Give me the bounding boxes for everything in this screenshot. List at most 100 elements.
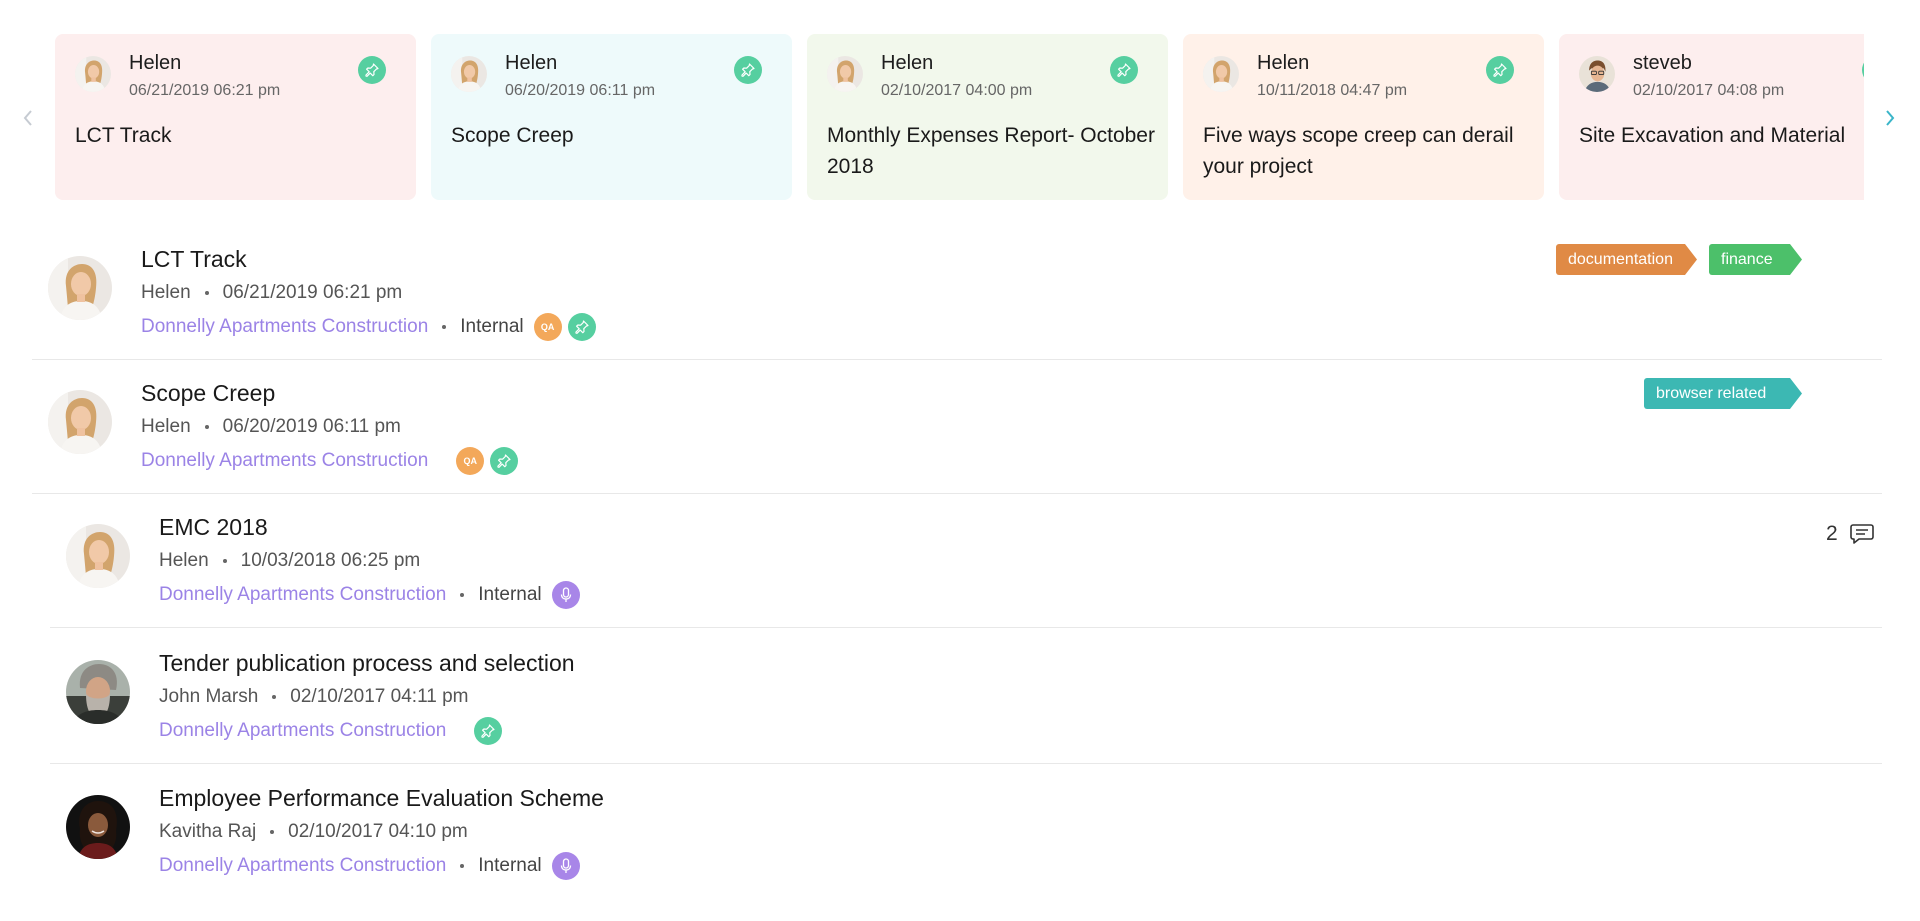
avatar-image [48, 390, 112, 454]
carousel-prev-button[interactable] [16, 104, 40, 132]
author-avatar [1203, 56, 1239, 92]
project-link[interactable]: Donnelly Apartments Construction [159, 584, 446, 606]
visibility-label: Internal [478, 584, 542, 605]
card-timestamp: 02/10/2017 04:00 pm [881, 82, 1033, 99]
list-item[interactable]: LCT Track Helen 06/21/2019 06:21 pm Donnell… [0, 228, 1920, 362]
pinned-card[interactable]: Helen 06/20/2019 06:11 pm Scope Creep [431, 34, 792, 200]
visibility-label: Internal [478, 855, 542, 876]
timestamp: 06/20/2019 06:11 pm [222, 416, 401, 437]
microphone-icon [560, 587, 571, 602]
separator-dot [442, 325, 447, 329]
qa-badge: QA [456, 447, 485, 475]
separator-dot [204, 425, 209, 429]
chevron-left-icon [23, 110, 32, 126]
list-item[interactable]: Tender publication process and selection… [0, 632, 1920, 766]
card-title: Five ways scope creep can derail your pr… [1203, 124, 1514, 178]
pinned-card[interactable]: Helen 06/21/2019 06:21 pm LCT Track [55, 34, 416, 200]
forum-meta: Helen 06/21/2019 06:21 pm [141, 282, 402, 304]
pinned-indicator [734, 56, 762, 84]
pin-icon [1117, 63, 1131, 77]
avatar-image [451, 56, 487, 92]
card-timestamp: 10/11/2018 04:47 pm [1257, 82, 1408, 99]
timestamp: 02/10/2017 04:10 pm [288, 821, 468, 842]
tag-label[interactable]: browser related [1644, 378, 1802, 409]
project-link[interactable]: Donnelly Apartments Construction [141, 450, 428, 472]
pinned-indicator [1486, 56, 1514, 84]
forum-title[interactable]: Employee Performance Evaluation Scheme [159, 785, 604, 812]
separator-dot [272, 695, 277, 699]
separator-dot [270, 830, 275, 834]
avatar-image [66, 524, 130, 588]
card-timestamp: 06/20/2019 06:11 pm [505, 82, 656, 99]
chevron-right-icon [1886, 110, 1895, 126]
pinned-forums-carousel: Helen 06/21/2019 06:21 pm LCT Track Helen 0… [0, 0, 1920, 210]
author-name: Helen [141, 416, 191, 437]
tag-label[interactable]: documentation [1556, 244, 1697, 275]
pin-icon [741, 63, 755, 77]
row-divider [32, 493, 1882, 494]
list-item[interactable]: Scope Creep Helen 06/20/2019 06:11 pm Donne… [0, 362, 1920, 496]
pin-icon [481, 724, 495, 738]
forum-context: Donnelly Apartments Construction Internal [159, 851, 580, 881]
project-link[interactable]: Donnelly Apartments Construction [159, 720, 446, 742]
project-link[interactable]: Donnelly Apartments Construction [159, 855, 446, 877]
pin-icon [497, 454, 511, 468]
forum-title[interactable]: LCT Track [141, 246, 247, 273]
carousel-track: Helen 06/21/2019 06:21 pm LCT Track Helen 0… [55, 34, 1864, 202]
comment-count[interactable]: 2 [1826, 522, 1874, 546]
card-author: Helen [1257, 52, 1310, 74]
avatar-image [66, 660, 130, 724]
author-avatar [48, 256, 112, 320]
author-avatar [1579, 56, 1615, 92]
pinned-indicator [474, 717, 503, 745]
card-title: Site Excavation and Material [1579, 124, 1846, 147]
comment-count-value: 2 [1826, 522, 1838, 545]
qa-badge: QA [533, 313, 562, 341]
row-divider [50, 627, 1882, 628]
avatar-image [827, 56, 863, 92]
row-divider [50, 763, 1882, 764]
row-divider [32, 359, 1882, 360]
forum-context: Donnelly Apartments Construction [159, 716, 503, 746]
forum-title[interactable]: Scope Creep [141, 380, 275, 407]
pinned-card[interactable]: steveb 02/10/2017 04:08 pm Site Excavation… [1559, 34, 1864, 200]
audio-indicator [551, 852, 580, 880]
visibility-label: Internal [460, 316, 524, 337]
avatar-image [66, 795, 130, 859]
forum-meta: Helen 10/03/2018 06:25 pm [159, 550, 420, 572]
avatar-image [75, 56, 111, 92]
pinned-card[interactable]: Helen 02/10/2017 04:00 pm Monthly Expenses… [807, 34, 1168, 200]
forum-title[interactable]: EMC 2018 [159, 514, 268, 541]
author-avatar [75, 56, 111, 92]
audio-indicator [551, 581, 580, 609]
author-avatar [48, 390, 112, 454]
avatar-image [1203, 56, 1239, 92]
forum-title[interactable]: Tender publication process and selection [159, 650, 575, 677]
author-avatar [827, 56, 863, 92]
pinned-indicator [1862, 56, 1864, 84]
separator-dot [460, 864, 465, 868]
forum-context: Donnelly Apartments Construction Internal [159, 580, 580, 610]
author-name: Helen [141, 282, 191, 303]
avatar-image [48, 256, 112, 320]
card-author: Helen [505, 52, 558, 74]
comment-icon [1849, 524, 1874, 544]
tag-label[interactable]: finance [1709, 244, 1802, 275]
pinned-card[interactable]: Helen 10/11/2018 04:47 pm Five ways scope … [1183, 34, 1544, 200]
pin-icon [1493, 63, 1507, 77]
card-author: Helen [129, 52, 182, 74]
list-item[interactable]: Employee Performance Evaluation Scheme Ka… [0, 767, 1920, 901]
project-link[interactable]: Donnelly Apartments Construction [141, 316, 428, 338]
author-name: Kavitha Raj [159, 821, 257, 842]
list-item[interactable]: EMC 2018 Helen 10/03/2018 06:25 pm Donnelly… [0, 496, 1920, 630]
card-author: Helen [881, 52, 934, 74]
pinned-indicator [567, 313, 596, 341]
timestamp: 06/21/2019 06:21 pm [222, 282, 403, 303]
author-avatar [66, 795, 130, 859]
separator-dot [460, 593, 465, 597]
pin-icon [365, 63, 379, 77]
forum-meta: Kavitha Raj 02/10/2017 04:10 pm [159, 821, 468, 843]
carousel-next-button[interactable] [1878, 104, 1902, 132]
forum-context: Donnelly Apartments Construction QA [141, 446, 519, 476]
timestamp: 10/03/2018 06:25 pm [240, 550, 421, 571]
